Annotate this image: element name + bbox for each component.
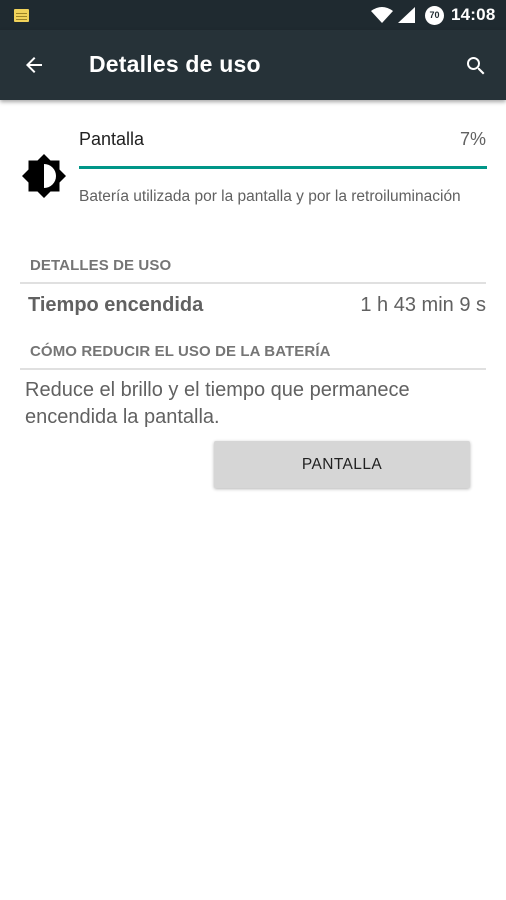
arrow-back-icon[interactable]	[22, 53, 46, 77]
usage-item-title: Pantalla	[79, 129, 145, 149]
usage-item-percent: 7%	[459, 129, 486, 149]
reduce-usage-tip: Reduce el brillo y el tiempo que permane…	[25, 379, 410, 428]
cell-signal-icon	[398, 7, 415, 23]
usage-progress-bar	[79, 166, 487, 169]
status-time: 14:08	[451, 5, 496, 24]
wifi-icon	[371, 7, 393, 23]
brightness-icon	[22, 154, 66, 198]
usage-details-header: DETALLES DE USO	[30, 257, 172, 274]
notes-icon	[14, 9, 29, 22]
screen-settings-button[interactable]: PANTALLA	[214, 441, 470, 488]
on-time-label: Tiempo encendida	[28, 294, 204, 316]
status-bar: 70 14:08	[0, 0, 506, 30]
reduce-usage-divider	[20, 368, 486, 370]
page-title: Detalles de uso	[89, 51, 261, 77]
on-time-value: 1 h 43 min 9 s	[360, 294, 486, 316]
search-icon[interactable]	[464, 54, 488, 78]
usage-item-summary: Batería utilizada por la pantalla y por …	[79, 188, 461, 205]
usage-progress-fill	[79, 166, 487, 169]
app-bar: Detalles de uso	[0, 30, 506, 100]
battery-icon: 70	[425, 6, 444, 25]
reduce-usage-header: CÓMO REDUCIR EL USO DE LA BATERÍA	[30, 343, 331, 360]
usage-details-divider	[20, 282, 486, 284]
